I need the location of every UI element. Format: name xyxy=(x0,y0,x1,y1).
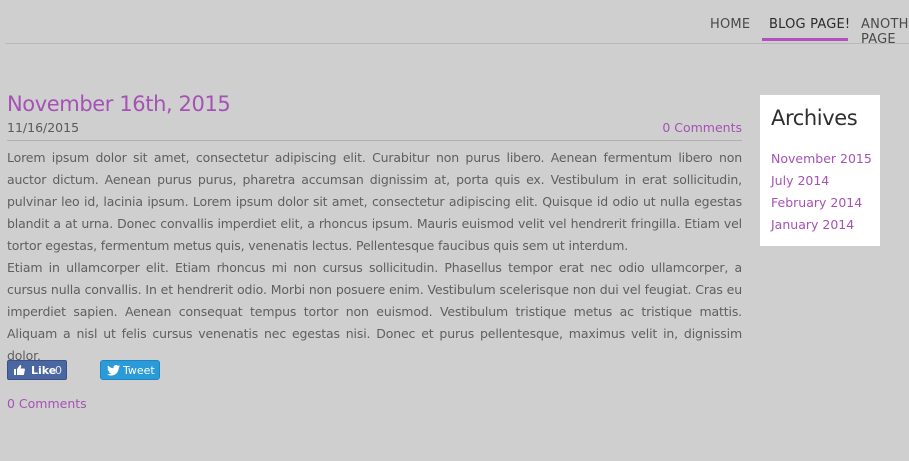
nav-blog-page[interactable]: BLOG PAGE! xyxy=(769,17,850,32)
archives-widget: Archives November 2015 July 2014 Februar… xyxy=(760,95,880,246)
share-buttons: Like 0 Tweet xyxy=(7,360,207,380)
post-title[interactable]: November 16th, 2015 xyxy=(7,92,231,116)
facebook-like-button[interactable]: Like 0 xyxy=(7,360,67,380)
post-date: 11/16/2015 xyxy=(7,120,80,135)
post-comments-link-bottom[interactable]: 0 Comments xyxy=(7,396,87,411)
post-comments-link[interactable]: 0 Comments xyxy=(662,120,742,135)
archive-link-november-2015[interactable]: November 2015 xyxy=(771,151,872,166)
archive-link-january-2014[interactable]: January 2014 xyxy=(771,217,854,232)
nav-home[interactable]: HOME xyxy=(710,17,750,32)
tweet-button[interactable]: Tweet xyxy=(100,360,160,380)
post-paragraph: Lorem ipsum dolor sit amet, consectetur … xyxy=(7,150,742,253)
archives-title: Archives xyxy=(771,106,858,130)
archives-list: November 2015 July 2014 February 2014 Ja… xyxy=(771,148,872,236)
archive-link-february-2014[interactable]: February 2014 xyxy=(771,195,862,210)
archive-item: November 2015 xyxy=(771,148,872,170)
like-count: 0 xyxy=(55,364,62,377)
nav-another-page[interactable]: ANOTHER PAGE xyxy=(861,17,909,47)
post-divider xyxy=(7,140,742,141)
post-body: Lorem ipsum dolor sit amet, consectetur … xyxy=(7,147,742,367)
archive-item: July 2014 xyxy=(771,170,872,192)
twitter-bird-icon xyxy=(107,365,120,376)
thumbs-up-icon xyxy=(13,364,25,379)
archive-item: January 2014 xyxy=(771,214,872,236)
archive-item: February 2014 xyxy=(771,192,872,214)
like-label: Like xyxy=(31,364,57,377)
post-paragraph: Etiam in ullamcorper elit. Etiam rhoncus… xyxy=(7,260,742,363)
archive-link-july-2014[interactable]: July 2014 xyxy=(771,173,829,188)
active-nav-indicator xyxy=(762,38,848,41)
tweet-label: Tweet xyxy=(123,364,155,377)
